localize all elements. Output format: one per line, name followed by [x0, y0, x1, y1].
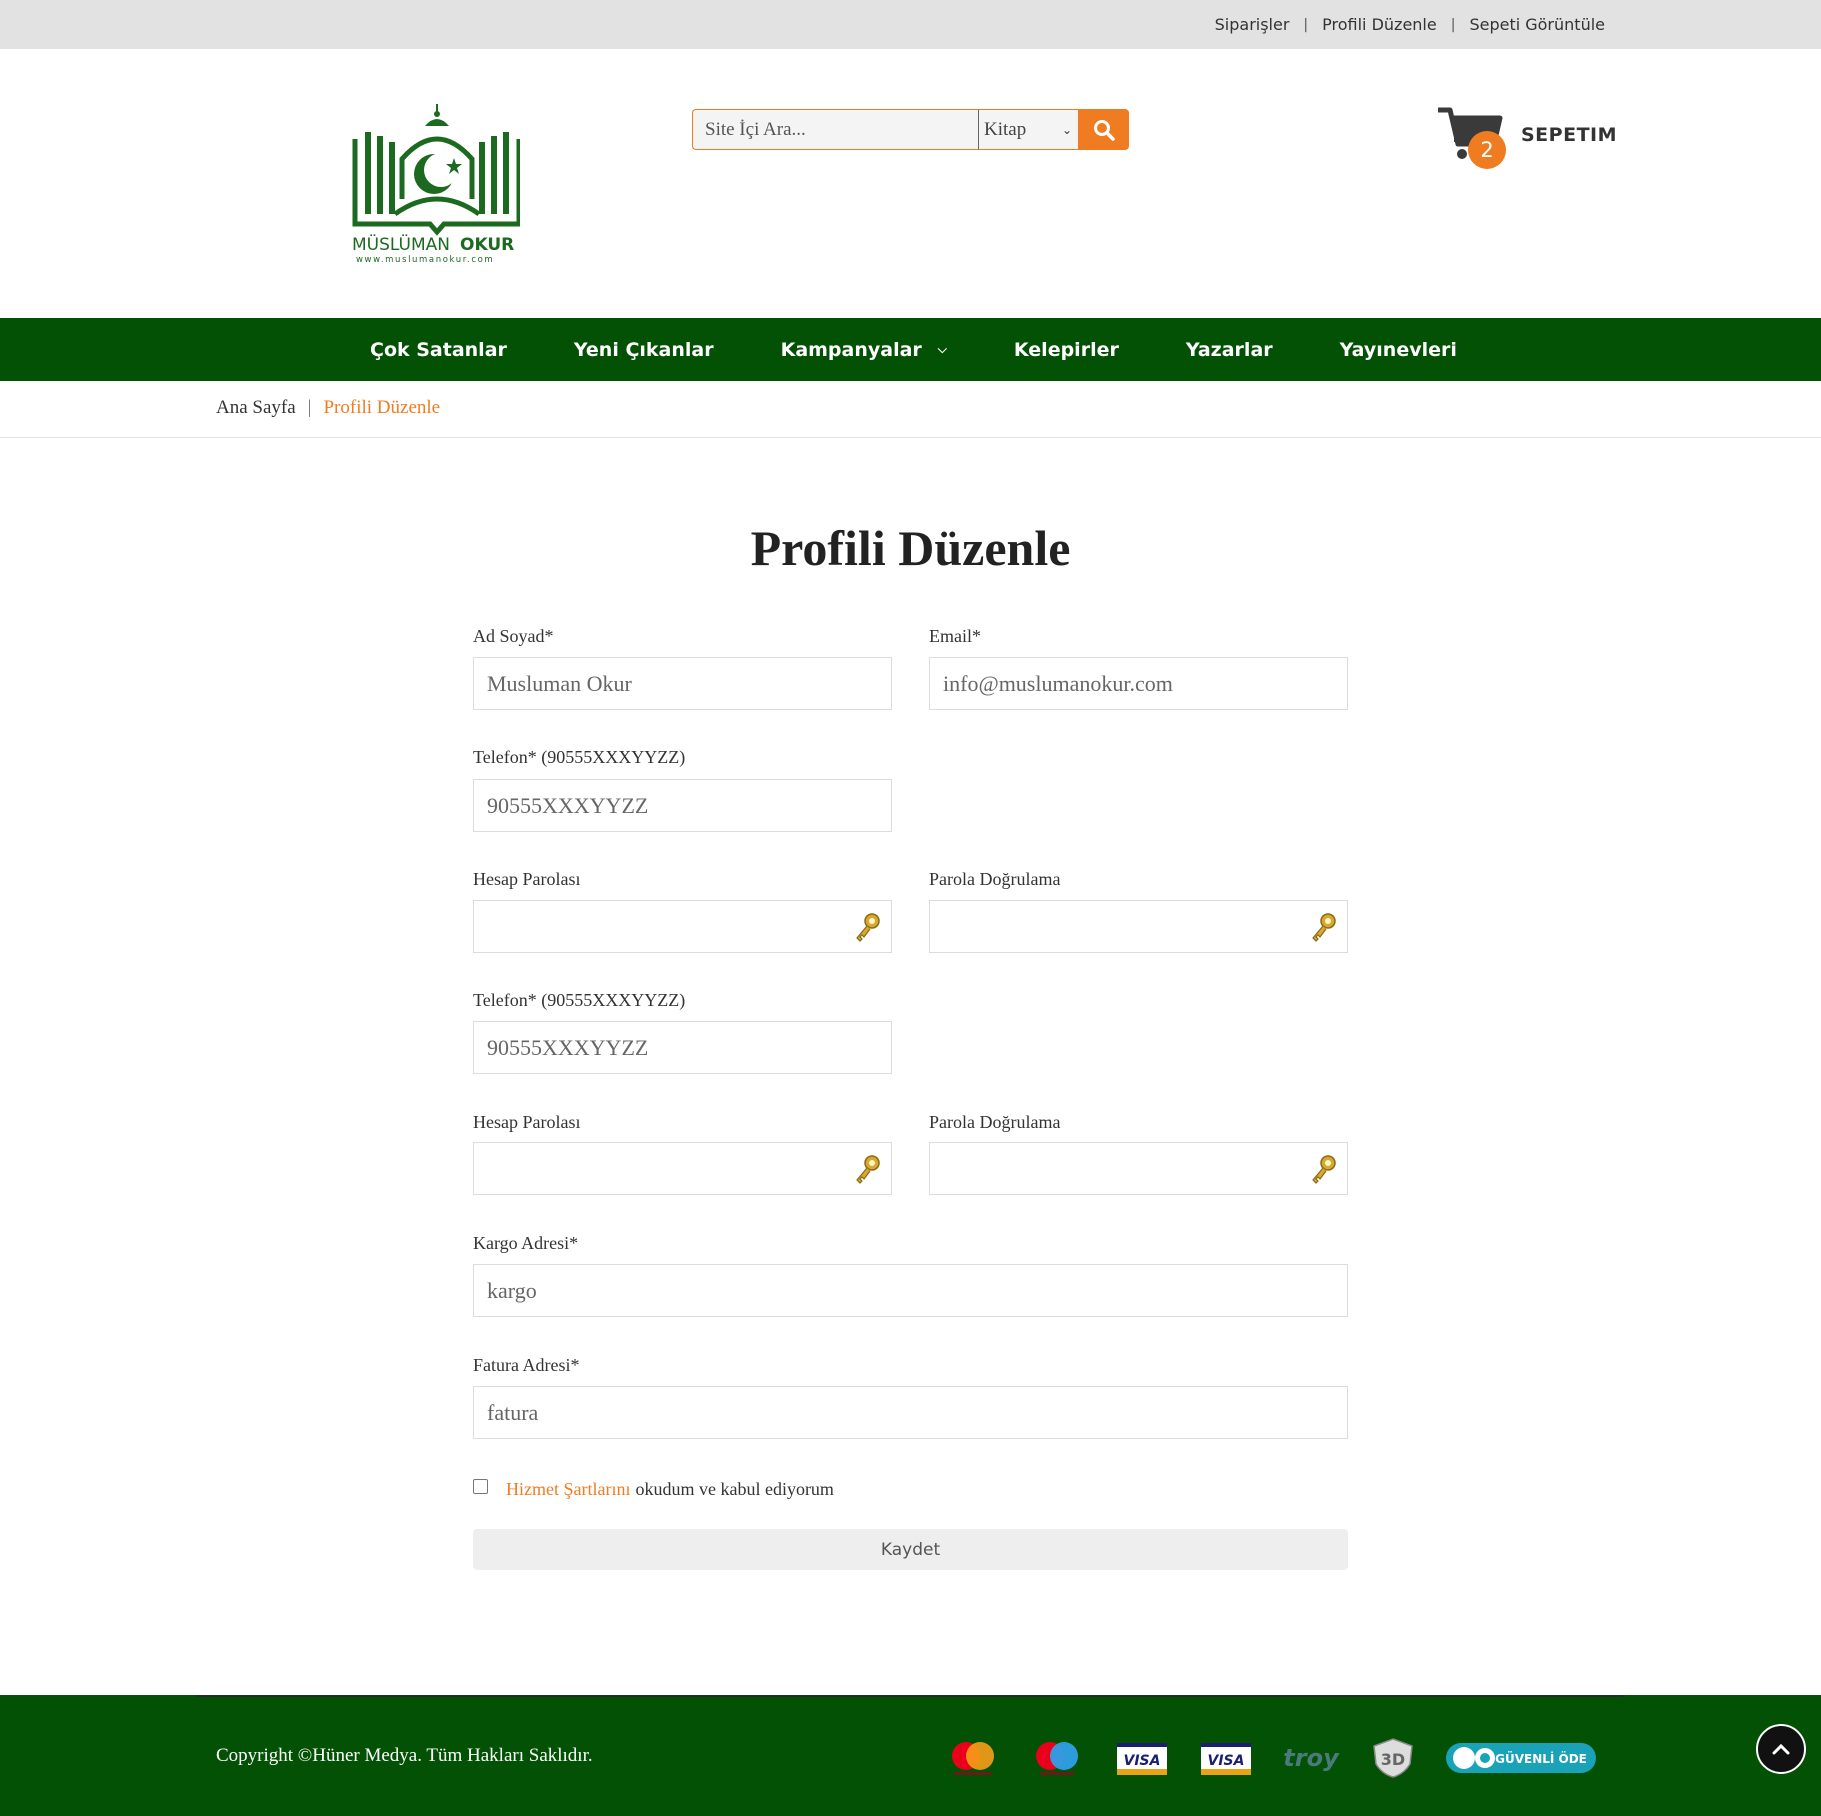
3d-text: 3D: [1381, 1750, 1405, 1769]
breadcrumb-current: Profili Düzenle: [323, 397, 441, 418]
search-bar: Kitap ⌄: [692, 109, 1129, 150]
logo-text-right: OKUR: [460, 235, 514, 255]
top-link-separator: |: [1450, 16, 1456, 33]
password-label-2: Hesap Parolası: [473, 1112, 581, 1132]
nav-item-label: Yazarlar: [1185, 338, 1273, 361]
save-button[interactable]: Kaydet: [473, 1529, 1348, 1570]
terms-link[interactable]: Hizmet Şartlarını: [506, 1479, 630, 1500]
breadcrumb: Ana Sayfa | Profili Düzenle: [216, 397, 440, 419]
name-field[interactable]: [473, 657, 892, 710]
shipping-address-label: Kargo Adresi*: [473, 1233, 579, 1253]
divider: [0, 437, 1821, 438]
go-text: GÜVENLİ ÖDE: [1495, 1751, 1587, 1766]
visa-electron-logo: VISA: [1201, 1743, 1251, 1775]
top-link-separator: |: [1303, 16, 1309, 33]
search-category-select[interactable]: Kitap ⌄: [978, 109, 1078, 150]
password-field-2[interactable]: [473, 1142, 892, 1195]
logo-text-left: MÜSLÜMAN: [352, 233, 450, 255]
nav-item-authors[interactable]: Yazarlar: [1186, 339, 1273, 361]
shipping-address-field[interactable]: [473, 1264, 1348, 1317]
footer-divider: [197, 1695, 1623, 1697]
page-title: Profili Düzenle: [750, 520, 1071, 576]
top-link-orders[interactable]: Siparişler: [1215, 15, 1290, 34]
top-bar: Siparişler | Profili Düzenle | Sepeti Gö…: [0, 0, 1821, 49]
nav-item-best-sellers[interactable]: Çok Satanlar: [370, 339, 507, 361]
phone-input-2[interactable]: [487, 1034, 878, 1061]
shipping-address-input[interactable]: [487, 1277, 1334, 1304]
nav-item-label: Yayınevleri: [1339, 338, 1457, 361]
go-secure-pay-logo: GÜVENLİ ÖDE: [1446, 1743, 1596, 1773]
nav-item-new-releases[interactable]: Yeni Çıkanlar: [574, 339, 714, 361]
visa-text: VISA: [1208, 1753, 1245, 1769]
visa-text: VISA: [1124, 1753, 1161, 1769]
nav-item-bargains[interactable]: Kelepirler: [1014, 339, 1119, 361]
billing-address-label: Fatura Adresi*: [473, 1355, 580, 1375]
name-label: Ad Soyad*: [473, 626, 554, 646]
email-label: Email*: [929, 626, 981, 646]
name-input[interactable]: [487, 670, 878, 697]
nav-item-label: Yeni Çıkanlar: [573, 338, 714, 361]
cart-count-badge: 2: [1468, 131, 1506, 169]
search-box: [692, 109, 978, 150]
phone-label: Telefon* (90555XXXYYZZ): [473, 747, 686, 767]
password-confirm-field[interactable]: [929, 900, 1348, 953]
terms-row: Hizmet Şartlarını okudum ve kabul ediyor…: [473, 1479, 834, 1500]
phone-field[interactable]: [473, 779, 892, 832]
phone-field-2[interactable]: [473, 1021, 892, 1074]
nav-item-label: Kelepirler: [1013, 338, 1119, 361]
password-confirm-label: Parola Doğrulama: [929, 869, 1061, 889]
chevron-down-icon: ⌄: [1061, 122, 1072, 137]
email-input[interactable]: [943, 670, 1334, 697]
nav-item-label: Çok Satanlar: [370, 338, 507, 361]
email-field[interactable]: [929, 657, 1348, 710]
back-to-top-button[interactable]: [1756, 1724, 1806, 1774]
key-icon[interactable]: [853, 911, 883, 943]
cart-label[interactable]: SEPETIM: [1521, 124, 1617, 146]
troy-text: troy: [1283, 1744, 1340, 1772]
breadcrumb-home[interactable]: Ana Sayfa: [216, 397, 296, 419]
troy-logo: troy: [1283, 1744, 1340, 1772]
search-icon: [1093, 119, 1115, 141]
nav-item-publishers[interactable]: Yayınevleri: [1340, 339, 1457, 361]
copyright-text: Copyright ©Hüner Medya. Tüm Hakları Sakl…: [216, 1745, 593, 1766]
search-input[interactable]: [705, 118, 978, 141]
3d-secure-logo: 3D: [1373, 1738, 1413, 1778]
logo-url: www.muslumanokur.com: [356, 255, 494, 265]
password-confirm-label-2: Parola Doğrulama: [929, 1112, 1061, 1132]
password-label: Hesap Parolası: [473, 869, 581, 889]
password-confirm-field-2[interactable]: [929, 1142, 1348, 1195]
key-icon[interactable]: [853, 1153, 883, 1185]
nav-item-campaigns[interactable]: Kampanyalar ⌵: [781, 339, 947, 361]
breadcrumb-separator: |: [307, 397, 312, 418]
search-category-value: Kitap: [984, 118, 1027, 140]
visa-logo: VISA: [1117, 1743, 1167, 1775]
main-nav: Çok Satanlar Yeni Çıkanlar Kampanyalar ⌵ …: [0, 318, 1821, 381]
terms-checkbox[interactable]: [473, 1479, 488, 1494]
billing-address-field[interactable]: [473, 1386, 1348, 1439]
chevron-down-icon: ⌵: [937, 342, 947, 356]
billing-address-input[interactable]: [487, 1399, 1334, 1426]
chevron-up-icon: [1772, 1743, 1790, 1755]
password-field[interactable]: [473, 900, 892, 953]
search-button[interactable]: [1078, 109, 1129, 150]
key-icon[interactable]: [1309, 911, 1339, 943]
top-link-edit-profile[interactable]: Profili Düzenle: [1322, 15, 1437, 34]
terms-text: okudum ve kabul ediyorum: [635, 1479, 834, 1499]
site-logo[interactable]: MÜSLÜMAN OKUR www.muslumanokur.com: [350, 104, 520, 266]
mastercard-logo: [952, 1742, 994, 1775]
nav-item-label: Kampanyalar: [780, 338, 922, 361]
phone-label-2: Telefon* (90555XXXYYZZ): [473, 990, 686, 1010]
top-links: Siparişler | Profili Düzenle | Sepeti Gö…: [1215, 0, 1605, 49]
maestro-logo: [1036, 1742, 1078, 1775]
key-icon[interactable]: [1309, 1153, 1339, 1185]
phone-input[interactable]: [487, 792, 878, 819]
top-link-view-cart[interactable]: Sepeti Görüntüle: [1469, 15, 1605, 34]
